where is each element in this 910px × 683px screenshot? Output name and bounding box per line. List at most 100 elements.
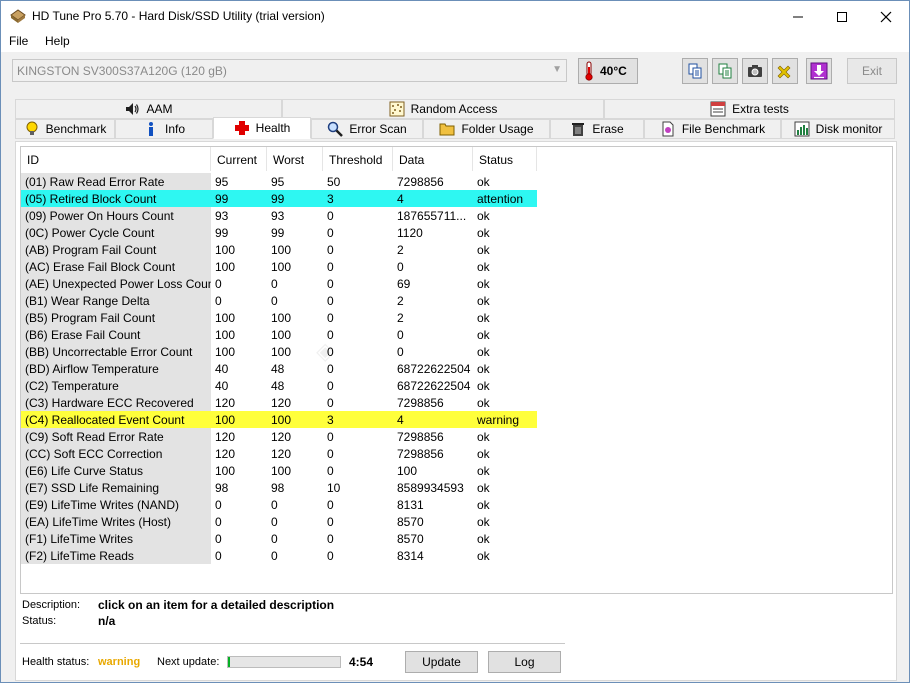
table-row[interactable]: (C9) Soft Read Error Rate 120 120 0 7298856 o…: [21, 428, 537, 445]
options-button[interactable]: [772, 58, 798, 84]
tab-file-benchmark[interactable]: File Benchmark: [644, 119, 781, 139]
exit-button[interactable]: Exit: [847, 58, 897, 84]
cell-threshold: 3: [323, 411, 393, 428]
maximize-button[interactable]: [819, 1, 865, 32]
cell-current: 0: [215, 498, 222, 512]
chevron-down-icon: ▼: [552, 64, 562, 75]
cell-status: ok: [477, 549, 490, 563]
cell-status: ok: [477, 447, 490, 461]
tab-folder-usage[interactable]: Folder Usage: [423, 119, 550, 139]
tab-erase[interactable]: Erase: [550, 119, 644, 139]
cell-worst: 100: [271, 345, 292, 359]
table-row[interactable]: (0C) Power Cycle Count 99 99 0 1120 ok: [21, 224, 537, 241]
table-row[interactable]: (E6) Life Curve Status 100 100 0 100 ok: [21, 462, 537, 479]
column-header-worst[interactable]: Worst: [267, 147, 323, 171]
cell-status: ok: [477, 532, 490, 546]
cell-threshold: 3: [323, 190, 393, 207]
cell-current: 99: [211, 190, 267, 207]
cell-id: (E6) Life Curve Status: [21, 462, 211, 479]
cell-worst: 100: [267, 411, 323, 428]
table-row[interactable]: (CC) Soft ECC Correction 120 120 0 7298856 ok: [21, 445, 537, 462]
table-row[interactable]: (09) Power On Hours Count 93 93 0 187655711.…: [21, 207, 537, 224]
health-status-label: Health status:: [22, 656, 90, 668]
table-row[interactable]: (C2) Temperature 40 48 0 68722622504 ok: [21, 377, 537, 394]
log-button[interactable]: Log: [488, 651, 561, 673]
tab-health[interactable]: Health: [213, 117, 311, 139]
copy-info-button[interactable]: [682, 58, 708, 84]
screenshot-button[interactable]: [742, 58, 768, 84]
cell-worst: 0: [271, 515, 278, 529]
tab-file-benchmark-label: File Benchmark: [681, 122, 766, 136]
cell-id: (01) Raw Read Error Rate: [21, 173, 211, 190]
tab-info[interactable]: Info: [115, 119, 213, 139]
cell-threshold: 0: [327, 549, 334, 563]
cell-current: 0: [215, 294, 222, 308]
cell-worst: 93: [271, 209, 285, 223]
tab-aam[interactable]: AAM: [15, 99, 282, 119]
cell-id: (0C) Power Cycle Count: [21, 224, 211, 241]
cell-threshold: 0: [327, 430, 334, 444]
tab-disk-monitor[interactable]: Disk monitor: [781, 119, 895, 139]
column-header-data[interactable]: Data: [393, 147, 473, 171]
tab-benchmark[interactable]: Benchmark: [15, 119, 115, 139]
table-row[interactable]: (F2) LifeTime Reads 0 0 0 8314 ok: [21, 547, 537, 564]
cell-threshold: 0: [327, 260, 334, 274]
cell-status: ok: [477, 515, 490, 529]
download-arrow-icon: [810, 62, 828, 80]
menu-file[interactable]: File: [9, 34, 28, 48]
column-header-current[interactable]: Current: [211, 147, 267, 171]
save-download-button[interactable]: [806, 58, 832, 84]
table-row[interactable]: (B6) Erase Fail Count 100 100 0 0 ok: [21, 326, 537, 343]
table-row[interactable]: (E9) LifeTime Writes (NAND) 0 0 0 8131 ok: [21, 496, 537, 513]
close-button[interactable]: [863, 1, 909, 32]
cell-status: ok: [477, 430, 490, 444]
table-row[interactable]: (AB) Program Fail Count 100 100 0 2 ok: [21, 241, 537, 258]
menu-help[interactable]: Help: [45, 34, 70, 48]
table-row[interactable]: (BD) Airflow Temperature 40 48 0 68722622504…: [21, 360, 537, 377]
table-row[interactable]: (AE) Unexpected Power Loss Count 0 0 0 69 ok: [21, 275, 537, 292]
table-row[interactable]: (E7) SSD Life Remaining 98 98 10 8589934593 o…: [21, 479, 537, 496]
cell-worst: 95: [271, 175, 285, 189]
table-row[interactable]: (05) Retired Block Count 99 99 3 4 attention: [21, 190, 537, 207]
cell-threshold: 0: [327, 532, 334, 546]
cell-threshold: 0: [327, 209, 334, 223]
cell-id: (B6) Erase Fail Count: [21, 326, 211, 343]
copy-all-button[interactable]: [712, 58, 738, 84]
column-header-status[interactable]: Status: [473, 147, 537, 171]
cell-current: 120: [215, 396, 236, 410]
table-row[interactable]: (F1) LifeTime Writes 0 0 0 8570 ok: [21, 530, 537, 547]
cell-id: (AC) Erase Fail Block Count: [21, 258, 211, 275]
cell-threshold: 0: [327, 277, 334, 291]
table-row[interactable]: (AC) Erase Fail Block Count 100 100 0 0 ok: [21, 258, 537, 275]
drive-select[interactable]: KINGSTON SV300S37A120G (120 gB) ▼: [12, 59, 567, 82]
table-row[interactable]: (EA) LifeTime Writes (Host) 0 0 0 8570 ok: [21, 513, 537, 530]
table-row[interactable]: (01) Raw Read Error Rate 95 95 50 7298856 ok: [21, 173, 537, 190]
cell-worst: 120: [271, 430, 292, 444]
cell-id: (EA) LifeTime Writes (Host): [21, 513, 211, 530]
cell-current: 100: [215, 260, 236, 274]
smart-table[interactable]: ID Current Worst Threshold Data Status (…: [20, 146, 893, 594]
copy-all-icon: [718, 63, 732, 79]
table-row[interactable]: (B5) Program Fail Count 100 100 0 2 ok: [21, 309, 537, 326]
tab-error-scan[interactable]: Error Scan: [311, 119, 423, 139]
cell-id: (C2) Temperature: [21, 377, 211, 394]
tab-extra-tests[interactable]: Extra tests: [604, 99, 895, 119]
cell-data: 4: [393, 190, 473, 207]
cell-worst: 100: [271, 464, 292, 478]
cell-current: 120: [215, 430, 236, 444]
cell-status: ok: [477, 260, 490, 274]
cell-current: 100: [215, 311, 236, 325]
cell-worst: 120: [271, 447, 292, 461]
table-row[interactable]: (C3) Hardware ECC Recovered 120 120 0 729885…: [21, 394, 537, 411]
table-row[interactable]: (BB) Uncorrectable Error Count 100 100 0 0 ok: [21, 343, 537, 360]
cell-status: ok: [477, 464, 490, 478]
table-row[interactable]: (C4) Reallocated Event Count 100 100 3 4 warn…: [21, 411, 537, 428]
temperature-value: 40°C: [600, 64, 627, 78]
table-row[interactable]: (B1) Wear Range Delta 0 0 0 2 ok: [21, 292, 537, 309]
column-header-id[interactable]: ID: [21, 147, 211, 171]
minimize-button[interactable]: [775, 1, 821, 32]
tab-random-access[interactable]: Random Access: [282, 99, 604, 119]
file-benchmark-icon: [662, 121, 674, 137]
update-button[interactable]: Update: [405, 651, 478, 673]
column-header-threshold[interactable]: Threshold: [323, 147, 393, 171]
